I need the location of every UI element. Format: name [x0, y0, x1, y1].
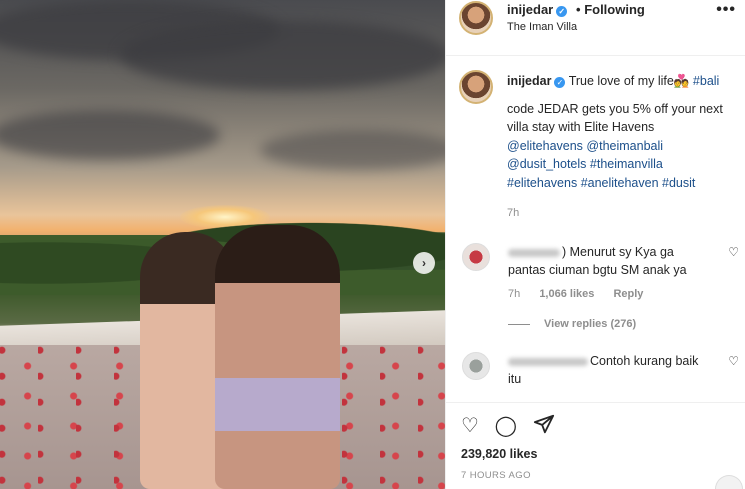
comment-text: ) Menurut sy Kya ga pantas ciuman bgtu S… [508, 243, 713, 279]
heart-icon[interactable]: ♡ [461, 414, 479, 438]
chevron-right-icon[interactable]: › [413, 252, 435, 274]
comment-likes[interactable]: 1,066 likes [539, 288, 594, 300]
person-right [215, 225, 340, 489]
reply-button[interactable]: Reply [613, 288, 643, 300]
username-text[interactable]: inijedar [507, 2, 553, 17]
hashtag-link[interactable]: #anelitehaven [581, 176, 659, 190]
caption-avatar[interactable] [459, 70, 493, 104]
following-button[interactable]: Following [584, 2, 645, 17]
hashtag-link[interactable]: #bali [693, 74, 719, 88]
post-actions: ♡ ◯ 239,820 likes 7 HOURS AGO [446, 402, 745, 489]
redacted-username [508, 357, 588, 366]
couple-emoji: 💑 [673, 74, 690, 88]
hashtag-link[interactable]: #elitehavens [507, 176, 577, 190]
replies-divider [508, 323, 530, 325]
post-header: inijedar ✓ • Following The Iman Villa ••• [446, 0, 745, 56]
verified-icon: ✓ [556, 6, 568, 17]
verified-icon: ✓ [554, 77, 566, 88]
heart-icon[interactable]: ♡ [728, 245, 739, 259]
heart-icon[interactable]: ♡ [728, 354, 739, 368]
more-options-icon[interactable]: ••• [716, 1, 736, 19]
comment-text: Contoh kurang baik itu [508, 352, 713, 388]
view-replies-button[interactable]: View replies (276) [508, 318, 636, 330]
header-username[interactable]: inijedar ✓ [507, 2, 568, 17]
caption-promo-text: code JEDAR gets you 5% off your next vil… [507, 101, 723, 135]
hashtag-link[interactable]: #theimanvilla [590, 157, 663, 171]
avatar[interactable] [462, 352, 490, 380]
cloud-shape [120, 20, 445, 90]
mention-link[interactable]: @elitehavens [507, 139, 583, 153]
like-count[interactable]: 239,820 likes [461, 447, 537, 461]
view-replies-label[interactable]: View replies (276) [544, 318, 636, 330]
hashtag-link[interactable]: #dusit [662, 176, 695, 190]
cloud-shape [0, 110, 220, 160]
caption-text: True love of my life [568, 74, 674, 88]
avatar[interactable] [462, 243, 490, 271]
avatar[interactable] [459, 1, 493, 35]
action-icons: ♡ ◯ [461, 413, 567, 438]
paper-plane-icon[interactable] [533, 413, 555, 438]
cloud-shape [260, 130, 445, 170]
redacted-username [508, 248, 560, 257]
mention-link[interactable]: @dusit_hotels [507, 157, 586, 171]
follow-status[interactable]: • Following [576, 2, 645, 17]
mention-link[interactable]: @theimanbali [586, 139, 663, 153]
follow-separator: • [576, 2, 581, 17]
post-timestamp: 7 HOURS AGO [461, 470, 531, 481]
post-photo: › [0, 0, 445, 489]
post-sidebar: inijedar ✓ • Following The Iman Villa •••… [445, 0, 745, 489]
post-caption: inijedar ✓ True love of my life💑 #bali co… [507, 72, 739, 223]
comment-icon[interactable]: ◯ [495, 414, 517, 438]
caption-username[interactable]: inijedar [507, 74, 551, 88]
comment-timestamp: 7h [508, 288, 521, 300]
location-link[interactable]: The Iman Villa [507, 21, 577, 33]
caption-timestamp: 7h [507, 207, 520, 219]
comment-meta: 7h 1,066 likes Reply [508, 288, 659, 300]
